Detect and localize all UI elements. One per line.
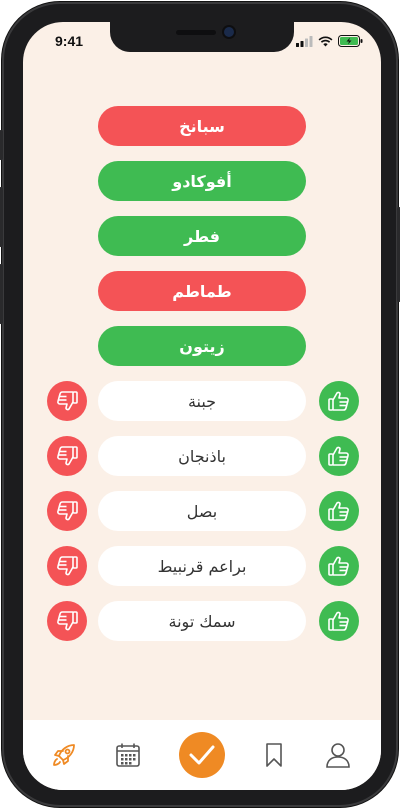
dislike-button[interactable]	[47, 491, 87, 531]
user-icon	[326, 743, 350, 768]
volume-up-button	[0, 187, 3, 247]
status-time: 9:41	[55, 33, 84, 49]
dislike-button[interactable]	[47, 546, 87, 586]
front-camera	[224, 27, 234, 37]
like-button[interactable]	[319, 381, 359, 421]
notch	[110, 22, 294, 52]
tab-profile[interactable]	[323, 740, 353, 770]
tab-checkmark[interactable]	[179, 732, 225, 778]
speaker	[176, 30, 216, 35]
dislike-button[interactable]	[47, 381, 87, 421]
verdict-item-mushroom[interactable]: فطر	[98, 216, 306, 256]
verdict-item-olives[interactable]: زيتون	[98, 326, 306, 366]
rocket-icon	[53, 744, 75, 766]
pending-item-label: جبنة	[187, 391, 217, 411]
verdict-item-avocado[interactable]: أفوكادو	[98, 161, 306, 201]
pending-item: باذنجان	[98, 436, 306, 476]
dislike-button[interactable]	[47, 601, 87, 641]
checkmark-icon	[189, 745, 215, 765]
thumbs-up-icon	[328, 446, 349, 466]
verdict-item-label: سبانخ	[179, 116, 225, 136]
pending-item: جبنة	[98, 381, 306, 421]
thumbs-up-icon	[328, 611, 349, 631]
status-icons	[296, 35, 363, 47]
volume-down-button	[0, 264, 3, 324]
app-screen: 9:41 سبانخ أفوكادو فطر طماطم زيتون جبنة …	[23, 22, 381, 790]
like-button[interactable]	[319, 436, 359, 476]
bookmark-icon	[266, 743, 282, 767]
like-button[interactable]	[319, 491, 359, 531]
battery-icon	[338, 35, 363, 47]
thumbs-up-icon	[328, 501, 349, 521]
thumbs-down-icon	[57, 611, 78, 631]
verdict-item-label: أفوكادو	[172, 171, 232, 191]
tab-bookmark[interactable]	[259, 740, 289, 770]
pending-item: بصل	[98, 491, 306, 531]
tab-bar	[23, 720, 381, 790]
tab-calendar[interactable]	[113, 740, 143, 770]
mute-switch	[0, 130, 3, 160]
verdict-item-label: طماطم	[172, 281, 232, 301]
pending-item-label: باذنجان	[178, 446, 226, 466]
phone-frame: 9:41 سبانخ أفوكادو فطر طماطم زيتون جبنة …	[0, 2, 400, 807]
pending-item-label: براعم قرنبيط	[157, 556, 247, 576]
pending-item: براعم قرنبيط	[98, 546, 306, 586]
verdict-item-label: زيتون	[179, 336, 225, 356]
pending-item-label: سمك تونة	[168, 611, 236, 631]
like-button[interactable]	[319, 546, 359, 586]
wifi-icon	[318, 36, 333, 46]
verdict-item-label: فطر	[184, 226, 221, 246]
verdict-item-spinach[interactable]: سبانخ	[98, 106, 306, 146]
thumbs-up-icon	[328, 391, 349, 411]
signal-icon	[296, 35, 313, 47]
thumbs-down-icon	[57, 501, 78, 521]
thumbs-down-icon	[57, 446, 78, 466]
thumbs-down-icon	[57, 391, 78, 411]
pending-item: سمك تونة	[98, 601, 306, 641]
dislike-button[interactable]	[47, 436, 87, 476]
thumbs-up-icon	[328, 556, 349, 576]
verdict-item-tomato[interactable]: طماطم	[98, 271, 306, 311]
like-button[interactable]	[319, 601, 359, 641]
thumbs-down-icon	[57, 556, 78, 576]
pending-item-label: بصل	[186, 501, 218, 521]
tab-rocket[interactable]	[49, 740, 79, 770]
calendar-icon	[116, 743, 140, 767]
